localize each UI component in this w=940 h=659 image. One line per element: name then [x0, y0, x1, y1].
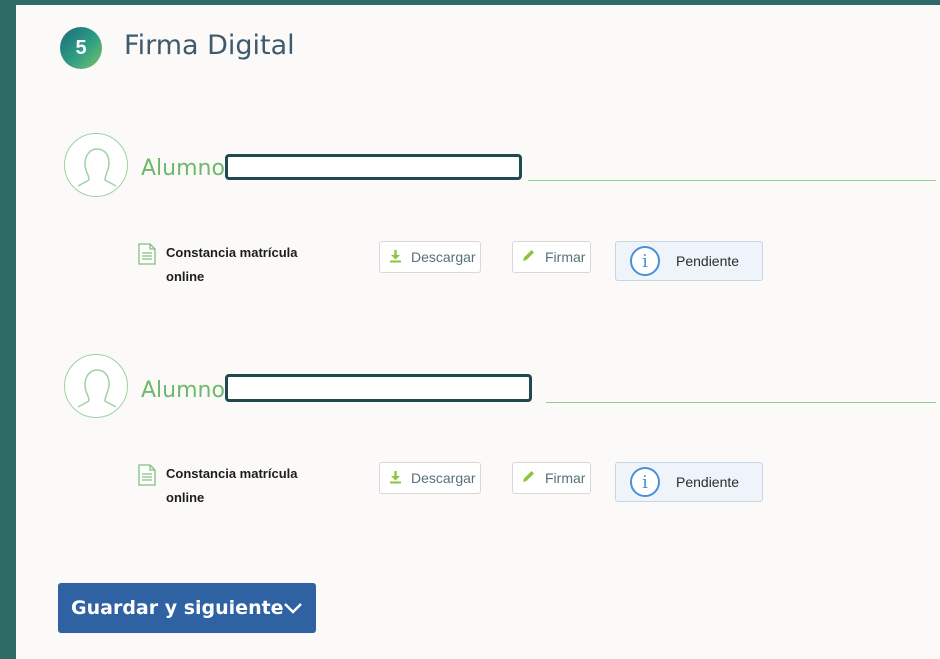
sign-button[interactable]: Firmar: [512, 241, 591, 273]
student-name-redacted: [225, 374, 532, 402]
student-label: Alumno: [141, 156, 225, 181]
student-name-redacted: [225, 154, 522, 180]
user-avatar-icon: [64, 354, 128, 418]
status-label: Pendiente: [676, 474, 740, 490]
document-icon: [138, 243, 156, 265]
download-label: Descargar: [411, 470, 476, 486]
pencil-icon: [521, 469, 536, 487]
status-badge: i Pendiente: [615, 462, 763, 502]
form-panel: [16, 5, 940, 659]
document-title: Constancia matrícula online: [166, 245, 298, 284]
chevron-down-icon: [282, 597, 304, 624]
page-title: Firma Digital: [124, 30, 295, 61]
download-icon: [389, 470, 402, 487]
save-and-next-label: Guardar y siguiente: [71, 597, 284, 619]
step-number-badge: 5: [60, 27, 102, 69]
student-label: Alumno: [141, 378, 225, 403]
status-badge: i Pendiente: [615, 241, 763, 281]
user-avatar-icon: [64, 133, 128, 197]
info-icon: i: [630, 467, 660, 497]
download-icon: [389, 249, 402, 266]
divider: [528, 180, 936, 181]
download-button[interactable]: Descargar: [379, 241, 481, 273]
save-and-next-button[interactable]: Guardar y siguiente: [58, 583, 316, 633]
pencil-icon: [521, 248, 536, 266]
info-icon: i: [630, 246, 660, 276]
sign-label: Firmar: [545, 249, 586, 265]
download-label: Descargar: [411, 249, 476, 265]
sign-button[interactable]: Firmar: [512, 462, 591, 494]
document-icon: [138, 464, 156, 486]
divider: [546, 402, 936, 403]
download-button[interactable]: Descargar: [379, 462, 481, 494]
status-label: Pendiente: [676, 253, 740, 269]
sign-label: Firmar: [545, 470, 586, 486]
document-title: Constancia matrícula online: [166, 466, 298, 505]
